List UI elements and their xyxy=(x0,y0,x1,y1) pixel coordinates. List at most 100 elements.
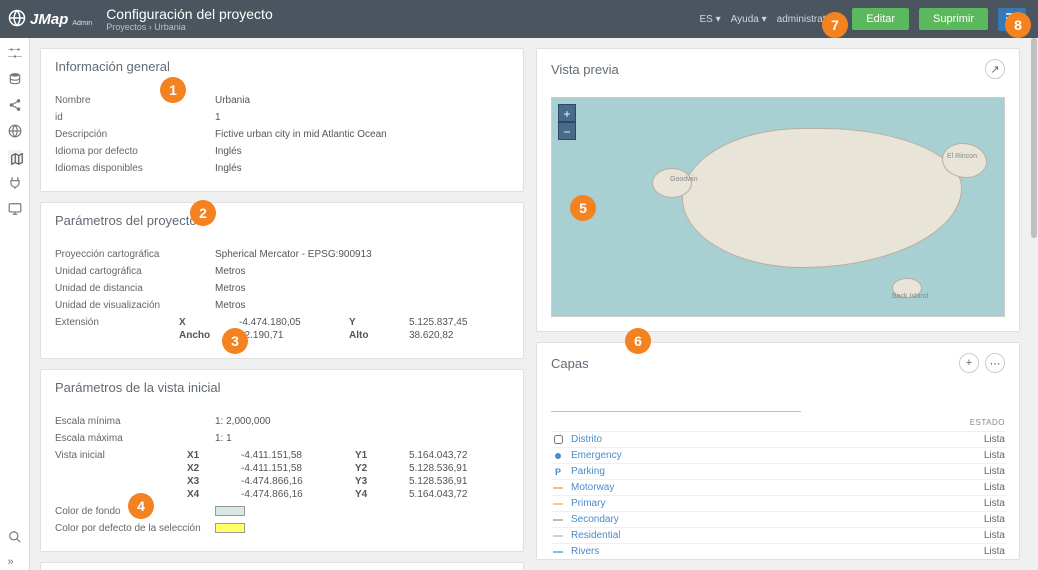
preview-open-button[interactable]: ↗ xyxy=(985,59,1005,79)
page-title: Configuración del proyecto xyxy=(106,6,273,22)
layers-panel: Capas + ⋯ ESTADO Distrito Lista Emergenc… xyxy=(536,342,1020,560)
sidebar-map-icon[interactable] xyxy=(8,150,22,164)
sidebar-share-icon[interactable] xyxy=(8,98,22,112)
layers-title: Capas xyxy=(551,356,589,371)
preview-panel: Vista previa ↗ + − Goodwin El Rincon Bac… xyxy=(536,48,1020,332)
value-mapunit: Metros xyxy=(215,266,509,277)
value-dispunit: Metros xyxy=(215,300,509,311)
map-island-east xyxy=(942,143,987,178)
layer-row: Bâtiment Lista xyxy=(551,559,1005,560)
value-distunit: Metros xyxy=(215,283,509,294)
layer-icon: P xyxy=(551,467,565,477)
layer-status: Lista xyxy=(984,530,1005,541)
map-island-west xyxy=(652,168,692,198)
layer-more-button[interactable]: ⋯ xyxy=(985,353,1005,373)
bgcolor-swatch xyxy=(215,506,245,516)
references-panel: Referencias ⌄ xyxy=(40,562,524,570)
edit-button[interactable]: Editar xyxy=(852,8,909,30)
scrollbar[interactable] xyxy=(1030,38,1038,570)
layer-status: Lista xyxy=(984,498,1005,509)
sidebar-monitor-icon[interactable] xyxy=(8,202,22,216)
map-preview[interactable]: + − Goodwin El Rincon Back Island xyxy=(551,97,1005,317)
layer-row: Residential Lista xyxy=(551,527,1005,543)
layer-row: Primary Lista xyxy=(551,495,1005,511)
logo-text: JMap xyxy=(30,11,68,28)
label-selcolor: Color por defecto de la selección xyxy=(55,523,215,534)
general-info-title: Información general xyxy=(41,49,523,84)
map-island-main xyxy=(682,128,962,268)
logo[interactable]: JMap Admin xyxy=(8,9,92,30)
label-mapunit: Unidad cartográfica xyxy=(55,266,215,277)
annotation-7: 7 xyxy=(822,12,848,38)
layer-name[interactable]: Parking xyxy=(571,466,605,477)
label-proj: Proyección cartográfica xyxy=(55,249,215,260)
layer-name[interactable]: Rivers xyxy=(571,546,599,557)
topbar: JMap Admin Configuración del proyecto Pr… xyxy=(0,0,1038,38)
sidebar-db-icon[interactable] xyxy=(8,72,22,86)
sidebar-settings-icon[interactable] xyxy=(8,46,22,60)
scrollbar-thumb[interactable] xyxy=(1031,38,1037,238)
value-id: 1 xyxy=(215,112,509,123)
value-deflang: Inglés xyxy=(215,146,509,157)
project-params-title: Parámetros del proyecto xyxy=(41,203,523,238)
layer-row: Secondary Lista xyxy=(551,511,1005,527)
layer-row: Rivers Lista xyxy=(551,543,1005,559)
label-distunit: Unidad de distancia xyxy=(55,283,215,294)
zoom-in-button[interactable]: + xyxy=(558,104,576,122)
layer-icon xyxy=(551,435,565,444)
layer-icon xyxy=(551,503,565,505)
annotation-8: 8 xyxy=(1005,12,1031,38)
label-deflang: Idioma por defecto xyxy=(55,146,215,157)
layer-status: Lista xyxy=(984,482,1005,493)
label-minscale: Escala mínima xyxy=(55,416,215,427)
label-id: id xyxy=(55,112,215,123)
label-avlang: Idiomas disponibles xyxy=(55,163,215,174)
delete-button[interactable]: Suprimir xyxy=(919,8,988,30)
layer-row: Motorway Lista xyxy=(551,479,1005,495)
label-dispunit: Unidad de visualización xyxy=(55,300,215,311)
title-block: Configuración del proyecto Proyectos › U… xyxy=(106,6,273,32)
breadcrumb: Proyectos › Urbania xyxy=(106,22,273,32)
layer-row: P Parking Lista xyxy=(551,463,1005,479)
layer-icon xyxy=(551,535,565,537)
layer-name[interactable]: Secondary xyxy=(571,514,619,525)
label-name: Nombre xyxy=(55,95,215,106)
label-maxscale: Escala máxima xyxy=(55,433,215,444)
value-minscale: 1: 2,000,000 xyxy=(215,416,509,427)
sidebar-plug-icon[interactable] xyxy=(8,176,22,190)
layer-icon xyxy=(551,551,565,553)
project-params-panel: Parámetros del proyecto Proyección carto… xyxy=(40,202,524,359)
annotation-3: 3 xyxy=(222,328,248,354)
breadcrumb-root[interactable]: Proyectos xyxy=(106,22,146,32)
zoom-out-button[interactable]: − xyxy=(558,122,576,140)
layer-name[interactable]: Distrito xyxy=(571,434,602,445)
label-initview: Vista inicial xyxy=(55,450,187,500)
layer-status: Lista xyxy=(984,514,1005,525)
layers-status-header: ESTADO xyxy=(970,418,1005,427)
layer-icon xyxy=(551,453,565,459)
add-layer-button[interactable]: + xyxy=(959,353,979,373)
logo-subtext: Admin xyxy=(72,20,92,27)
layer-name[interactable]: Motorway xyxy=(571,482,614,493)
layer-status: Lista xyxy=(984,450,1005,461)
view-params-panel: Parámetros de la vista inicial Escala mí… xyxy=(40,369,524,552)
sidebar-globe-icon[interactable] xyxy=(8,124,22,138)
value-desc: Fictive urban city in mid Atlantic Ocean xyxy=(215,129,509,140)
layer-name[interactable]: Primary xyxy=(571,498,605,509)
layers-search-input[interactable] xyxy=(551,391,801,412)
main-content: Información general NombreUrbania id1 De… xyxy=(30,38,1030,570)
sidebar-expand-icon[interactable]: » xyxy=(8,556,22,570)
layer-name[interactable]: Emergency xyxy=(571,450,622,461)
value-maxscale: 1: 1 xyxy=(215,433,509,444)
view-params-title: Parámetros de la vista inicial xyxy=(41,370,523,405)
help-menu[interactable]: Ayuda ▾ xyxy=(731,14,767,25)
annotation-6: 6 xyxy=(625,328,651,354)
sidebar-search-icon[interactable] xyxy=(8,530,22,544)
layer-list: Distrito Lista Emergency Lista P Parking… xyxy=(551,431,1005,560)
layer-name[interactable]: Residential xyxy=(571,530,620,541)
right-column: Vista previa ↗ + − Goodwin El Rincon Bac… xyxy=(536,48,1020,560)
sidebar: » xyxy=(0,38,30,570)
layer-status: Lista xyxy=(984,434,1005,445)
language-menu[interactable]: ES ▾ xyxy=(700,14,721,25)
logo-icon xyxy=(8,9,26,30)
